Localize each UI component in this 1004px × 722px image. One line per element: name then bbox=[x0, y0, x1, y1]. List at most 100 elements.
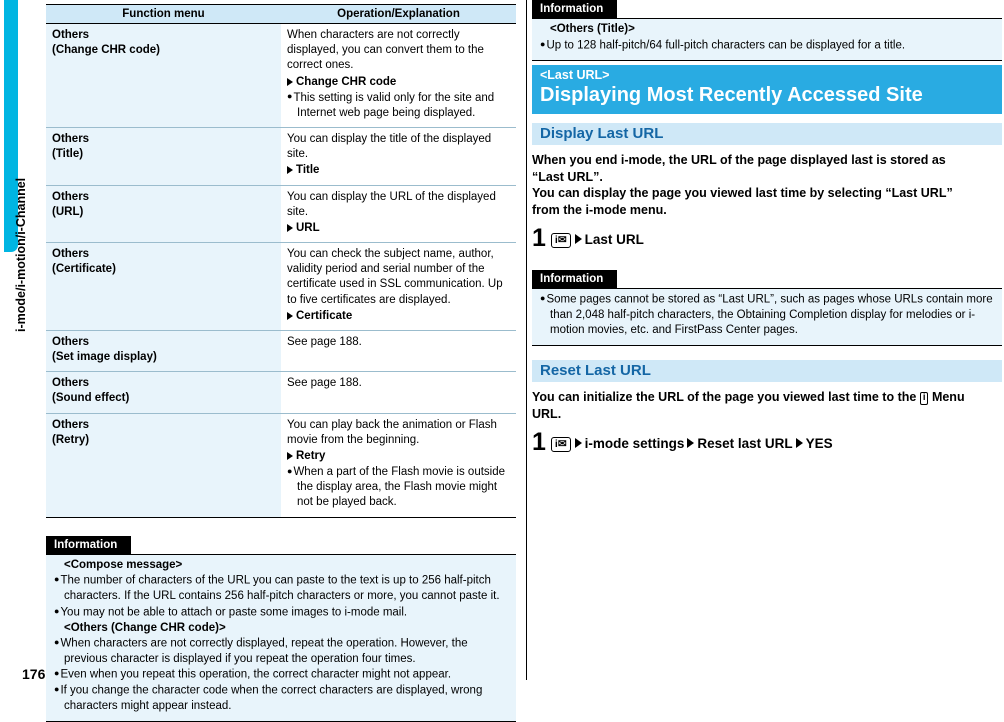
row-menu-cell: Others (Retry) bbox=[46, 413, 281, 518]
exp-action-line: Title bbox=[287, 163, 510, 178]
bullet-dot-icon: ● bbox=[54, 605, 60, 616]
bullet-dot-icon: ● bbox=[54, 684, 60, 695]
section1-lead: When you end i-mode, the URL of the page… bbox=[532, 152, 1002, 220]
bullet-dot-icon: ● bbox=[54, 574, 60, 585]
imode-key-icon[interactable]: i✉ bbox=[550, 436, 571, 452]
info-item: ●Even when you repeat this operation, th… bbox=[54, 667, 508, 683]
lead-line-4: from the i-mode menu. bbox=[532, 203, 667, 218]
row-menu-cell: Others (Change CHR code) bbox=[46, 23, 281, 129]
menu-line-1: Others bbox=[52, 190, 90, 203]
row-exp-cell: See page 188. bbox=[281, 330, 516, 373]
menu-line-1: Others bbox=[52, 335, 90, 348]
section-title-reset-last-url: Reset Last URL bbox=[532, 359, 1002, 382]
step-action-3[interactable]: YES bbox=[806, 436, 833, 451]
exp-text: You can play back the animation or Flash… bbox=[287, 418, 497, 446]
info-item-text: When characters are not correctly displa… bbox=[60, 637, 468, 665]
lead-line-3: You can display the page you viewed last… bbox=[532, 186, 953, 201]
imenu-icon: i bbox=[919, 391, 929, 405]
right-information-top-block: Information <Others (Title)> ●Up to 128 … bbox=[532, 0, 1002, 61]
arrow-icon bbox=[574, 437, 582, 448]
imode-key-icon[interactable]: i✉ bbox=[550, 233, 571, 249]
exp-action: Change CHR code bbox=[296, 75, 397, 88]
row-menu-cell: Others (Set image display) bbox=[46, 330, 281, 373]
info-item: ●Some pages cannot be stored as “Last UR… bbox=[540, 292, 994, 339]
exp-bullet-text: When a part of the Flash movie is outsid… bbox=[293, 466, 506, 509]
arrow-icon bbox=[287, 166, 293, 175]
menu-line-2: (Sound effect) bbox=[52, 392, 130, 405]
info-item: ●The number of characters of the URL you… bbox=[54, 573, 508, 604]
table-row: Others (Title) You can display the title… bbox=[46, 127, 516, 186]
info-item-text: If you change the character code when th… bbox=[60, 684, 483, 713]
bullet-dot-icon: ● bbox=[54, 668, 60, 679]
table-row: Others (Sound effect) See page 188. bbox=[46, 371, 516, 414]
info-item-text: Some pages cannot be stored as “Last URL… bbox=[546, 293, 993, 337]
step-body: i✉ i-mode settings Reset last URL YES bbox=[550, 431, 833, 452]
exp-bullet: ●When a part of the Flash movie is outsi… bbox=[287, 465, 510, 511]
bullet-dot-icon: ● bbox=[287, 91, 293, 102]
side-tab-label: i-mode/i-motion/i-Channel bbox=[14, 177, 28, 332]
lead-line-1: You can initialize the URL of the page y… bbox=[532, 389, 917, 404]
info-subheading: <Others (Title)> bbox=[550, 23, 635, 36]
header-function-menu: Function menu bbox=[46, 4, 281, 24]
right-information-mid-block: Information ●Some pages cannot be stored… bbox=[532, 269, 1002, 346]
menu-line-2: (Certificate) bbox=[52, 263, 116, 276]
info-item: ●When characters are not correctly displ… bbox=[54, 636, 508, 667]
exp-action: Certificate bbox=[296, 309, 353, 322]
exp-action-line: URL bbox=[287, 221, 510, 236]
exp-text: You can display the URL of the displayed… bbox=[287, 190, 496, 218]
arrow-icon bbox=[287, 223, 293, 232]
arrow-icon bbox=[287, 451, 293, 460]
exp-bullet: ●This setting is valid only for the site… bbox=[287, 91, 510, 121]
menu-line-2: (Retry) bbox=[52, 433, 90, 446]
arrow-icon bbox=[574, 234, 582, 245]
exp-text: When characters are not correctly displa… bbox=[287, 29, 484, 72]
exp-bullet-text: This setting is valid only for the site … bbox=[293, 91, 495, 119]
step-1-reset-last-url: 1 i✉ i-mode settings Reset last URL YES bbox=[532, 429, 1002, 453]
menu-line-1: Others bbox=[52, 418, 90, 431]
column-divider bbox=[526, 0, 527, 680]
arrow-icon bbox=[795, 437, 803, 448]
header-operation: Operation/Explanation bbox=[281, 4, 516, 24]
step-number: 1 bbox=[532, 224, 546, 253]
lead-line-2: “Last URL”. bbox=[532, 169, 603, 184]
row-menu-cell: Others (Sound effect) bbox=[46, 371, 281, 414]
exp-action-line: Change CHR code bbox=[287, 75, 510, 90]
info-item: ●Up to 128 half-pitch/64 full-pitch char… bbox=[540, 38, 994, 54]
lead-line-1b: Menu bbox=[931, 389, 965, 404]
menu-line-1: Others bbox=[52, 29, 90, 41]
exp-text: You can check the subject name, author, … bbox=[287, 248, 503, 306]
info-item-text: Even when you repeat this operation, the… bbox=[60, 668, 452, 681]
menu-line-2: (Set image display) bbox=[52, 351, 157, 364]
row-exp-cell: When characters are not correctly displa… bbox=[281, 23, 516, 129]
info-subheading: <Others (Change CHR code)> bbox=[64, 621, 226, 634]
section-title-display-last-url: Display Last URL bbox=[532, 122, 1002, 145]
exp-action-line: Certificate bbox=[287, 309, 510, 324]
chapter-title-band: <Last URL> Displaying Most Recently Acce… bbox=[532, 64, 1002, 114]
chapter-title: Displaying Most Recently Accessed Site bbox=[540, 83, 923, 106]
information-header: Information bbox=[532, 0, 618, 19]
menu-line-1: Others bbox=[52, 377, 90, 390]
exp-action: URL bbox=[296, 221, 320, 234]
row-menu-cell: Others (Certificate) bbox=[46, 242, 281, 331]
arrow-icon bbox=[287, 311, 293, 320]
table-row: Others (Set image display) See page 188. bbox=[46, 330, 516, 373]
right-column: Information <Others (Title)> ●Up to 128 … bbox=[532, 0, 1002, 454]
step-action[interactable]: Last URL bbox=[585, 232, 644, 247]
row-exp-cell: You can display the URL of the displayed… bbox=[281, 185, 516, 244]
row-menu-cell: Others (Title) bbox=[46, 127, 281, 186]
information-header: Information bbox=[46, 535, 132, 555]
step-action-1[interactable]: i-mode settings bbox=[585, 436, 685, 451]
info-subheading: <Compose message> bbox=[64, 559, 183, 572]
table-header-row: Function menu Operation/Explanation bbox=[46, 4, 516, 24]
table-row: Others (Certificate) You can check the s… bbox=[46, 242, 516, 331]
information-body: ●Some pages cannot be stored as “Last UR… bbox=[532, 288, 1002, 346]
menu-line-2: (URL) bbox=[52, 205, 84, 218]
page-number: 176 bbox=[22, 666, 46, 682]
row-exp-cell: You can check the subject name, author, … bbox=[281, 242, 516, 331]
chapter-tag: <Last URL> bbox=[540, 67, 610, 82]
step-1-display-last-url: 1 i✉ Last URL bbox=[532, 224, 1002, 253]
menu-line-1: Others bbox=[52, 248, 90, 261]
left-information-block: Information <Compose message> ●The numbe… bbox=[46, 535, 516, 722]
step-action-2[interactable]: Reset last URL bbox=[697, 436, 792, 451]
section2-lead: You can initialize the URL of the page y… bbox=[532, 389, 1002, 423]
